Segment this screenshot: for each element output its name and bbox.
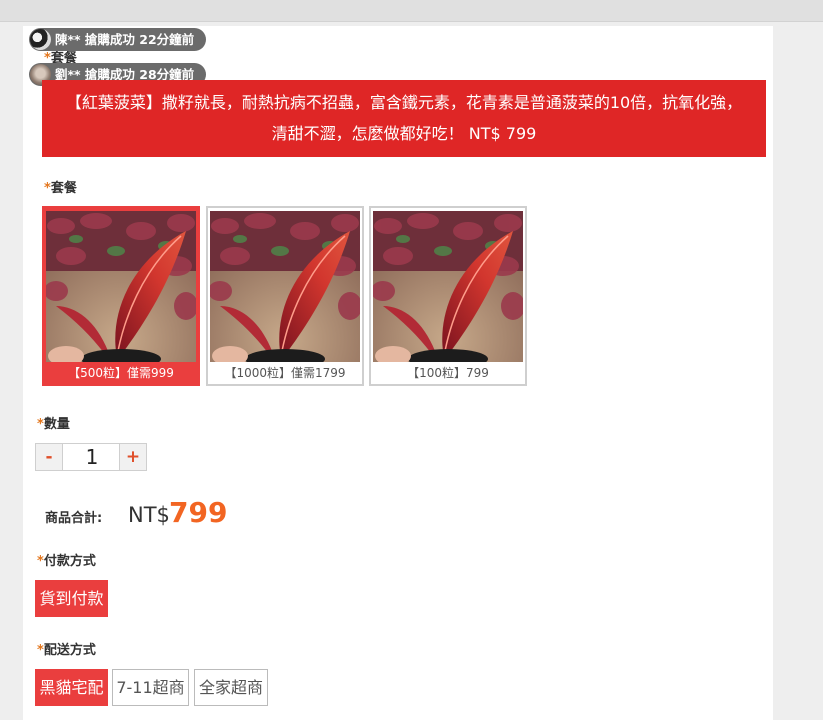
quantity-stepper: - 1 +: [35, 443, 147, 471]
browser-top-bar: [0, 0, 823, 22]
required-mark: *: [37, 643, 44, 658]
total-amount: 799: [169, 496, 228, 529]
notification-text: 陳** 搶購成功 22分鐘前: [55, 32, 195, 47]
shipping-option-blackcat[interactable]: 黑貓宅配: [35, 669, 108, 706]
decrease-quantity-button[interactable]: -: [36, 444, 63, 470]
required-mark: *: [44, 181, 51, 196]
quantity-input[interactable]: 1: [64, 444, 120, 470]
total-label: 商品合計:: [45, 511, 103, 526]
spinach-photo: [46, 211, 196, 362]
package-label-text: 套餐: [50, 181, 77, 196]
package-option-1000[interactable]: 【1000粒】僅需1799: [206, 206, 364, 386]
shipping-label: *配送方式: [37, 639, 96, 658]
spinach-photo: [210, 211, 360, 362]
total-currency: NT$: [128, 503, 170, 527]
package-caption: 【500粒】僅需999: [68, 366, 174, 380]
required-mark: *: [37, 554, 44, 569]
purchase-notification: 陳** 搶購成功 22分鐘前: [29, 28, 207, 51]
banner-line-2: 清甜不澀，怎麼做都好吃！ NT$ 799: [271, 124, 537, 143]
package-caption: 【1000粒】僅需1799: [224, 366, 346, 380]
user-avatar-icon: [30, 29, 51, 50]
banner-line-1: 【紅葉菠菜】撒籽就長，耐熱抗病不招蟲，富含鐵元素，花青素是普通菠菜的10倍，抗氧…: [65, 93, 743, 112]
package-option-100[interactable]: 【100粒】799: [369, 206, 527, 386]
required-mark: *: [37, 417, 44, 432]
shipping-option-711[interactable]: 7-11超商: [112, 669, 189, 706]
quantity-label-text: 數量: [43, 417, 70, 432]
shipping-option-familymart[interactable]: 全家超商: [194, 669, 268, 706]
payment-label-text: 付款方式: [43, 554, 96, 569]
shipping-label-text: 配送方式: [43, 643, 96, 658]
increase-quantity-button[interactable]: +: [119, 444, 146, 470]
spinach-photo: [373, 211, 523, 362]
package-option-500[interactable]: 【500粒】僅需999: [42, 206, 200, 386]
product-title-banner: 【紅葉菠菜】撒籽就長，耐熱抗病不招蟲，富含鐵元素，花青素是普通菠菜的10倍，抗氧…: [42, 80, 766, 157]
package-caption: 【100粒】799: [407, 366, 489, 380]
quantity-label: *數量: [37, 413, 70, 432]
payment-label: *付款方式: [37, 550, 96, 569]
package-label: *套餐: [44, 177, 77, 196]
payment-option-cod[interactable]: 貨到付款: [35, 580, 108, 617]
